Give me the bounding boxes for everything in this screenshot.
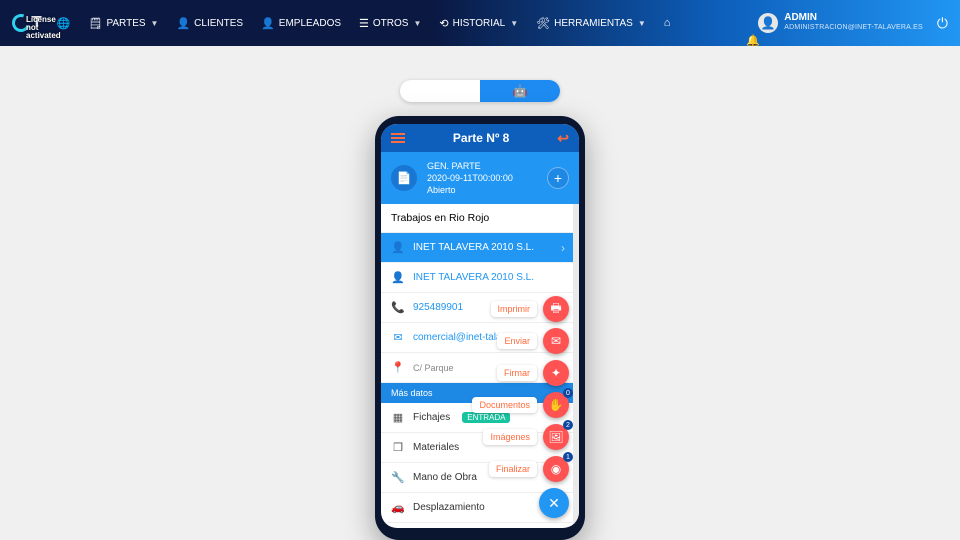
- add-button[interactable]: +: [547, 167, 569, 189]
- menu-button[interactable]: [391, 133, 405, 143]
- phone-text: 925489901: [413, 302, 463, 313]
- user-icon: 👤: [391, 271, 405, 284]
- app-logo: License not activated T: [12, 14, 43, 32]
- fab-close[interactable]: ✕: [539, 488, 569, 518]
- person-icon: 👤: [176, 17, 190, 30]
- nav-clientes-label: CLIENTES: [194, 18, 243, 29]
- gen-banner: 📄 GEN. PARTE 2020-09-11T00:00:00 Abierto…: [381, 152, 579, 204]
- tools-icon: 🛠: [536, 17, 550, 30]
- description-text: Trabajos en Rio Rojo: [391, 212, 489, 224]
- gen-status: Abierto: [427, 184, 513, 196]
- phone-icon: 📞: [391, 301, 405, 314]
- nav-empleados[interactable]: 👤 EMPLEADOS: [261, 17, 341, 30]
- platform-toggle: 🤖: [0, 80, 960, 102]
- nav-partes[interactable]: 🗒 PARTES ▼: [88, 17, 158, 30]
- fab-firmar-label: Firmar: [497, 365, 537, 381]
- app-title: Parte Nº 8: [453, 131, 509, 145]
- nav-historial-label: HISTORIAL: [453, 18, 506, 29]
- phone-screen: Parte Nº 8 ↩ 📄 GEN. PARTE 2020-09-11T00:…: [381, 124, 579, 528]
- gen-label: GEN. PARTE: [427, 160, 513, 172]
- row-company-primary[interactable]: 👤 INET TALAVERA 2010 S.L.: [381, 233, 573, 263]
- reply-icon[interactable]: ↩: [557, 130, 569, 147]
- fab-imagenes-label: Imágenes: [483, 429, 537, 445]
- wrench-icon: 🔧: [391, 471, 405, 484]
- nav-herramientas[interactable]: 🛠 HERRAMIENTAS ▼: [536, 17, 646, 30]
- fab-firmar[interactable]: ✦: [543, 360, 569, 386]
- person-icon: 👤: [261, 17, 275, 30]
- caret-icon: ▼: [510, 19, 518, 28]
- android-icon: 🤖: [513, 84, 528, 98]
- user-name: ADMIN: [784, 13, 923, 23]
- caret-icon: ▼: [151, 19, 159, 28]
- company1-text: INET TALAVERA 2010 S.L.: [413, 242, 534, 253]
- fab-finalizar-label: Finalizar: [489, 461, 537, 477]
- notifications-bell-icon[interactable]: 🔔: [746, 34, 760, 47]
- nav-otros[interactable]: ☰ OTROS ▼: [359, 17, 421, 30]
- nav-empleados-label: EMPLEADOS: [279, 18, 341, 29]
- home-icon: ⌂: [664, 17, 671, 29]
- fab-finalizar[interactable]: ◉1: [543, 456, 569, 482]
- badge-documentos: 0: [563, 388, 573, 398]
- badge-finalizar: 1: [563, 452, 573, 462]
- fab-documentos-label: Documentos: [472, 397, 537, 413]
- address-text: C/ Parque: [413, 363, 454, 373]
- nav-clientes[interactable]: 👤 CLIENTES: [176, 17, 243, 30]
- toggle-android[interactable]: 🤖: [480, 80, 560, 102]
- nav-items: 🌐 🗒PARTES▼ 👤CLIENTES 👤EMPLEADOS ☰OTROS▼ …: [57, 17, 671, 30]
- mano-text: Mano de Obra: [413, 472, 477, 483]
- document-icon: 📄: [391, 165, 417, 191]
- app-header: Parte Nº 8 ↩: [381, 124, 579, 152]
- fab-imprimir-label: Imprimir: [491, 301, 538, 317]
- clipboard-icon: 🗒: [88, 17, 102, 30]
- user-email: ADMINISTRACION@INET-TALAVERA.ES: [784, 23, 923, 33]
- company2-text: INET TALAVERA 2010 S.L.: [413, 272, 534, 283]
- power-button[interactable]: ⏻: [937, 15, 948, 32]
- pin-icon: 📍: [391, 361, 405, 374]
- phone-frame: Parte Nº 8 ↩ 📄 GEN. PARTE 2020-09-11T00:…: [375, 116, 585, 540]
- car-icon: 🚗: [391, 501, 405, 514]
- cube-icon: ❒: [391, 441, 405, 454]
- fab-column: ✕ Finalizar ◉1 Imágenes 🖼2 Documentos ✋0…: [472, 296, 569, 518]
- fab-imprimir[interactable]: 🖶: [543, 296, 569, 322]
- row-description: Trabajos en Rio Rojo: [381, 204, 573, 233]
- license-overlay: License not activated: [26, 16, 61, 40]
- caret-icon: ▼: [638, 19, 646, 28]
- avatar-icon: 👤: [758, 13, 778, 33]
- user-icon: 👤: [391, 241, 405, 254]
- fab-documentos[interactable]: ✋0: [543, 392, 569, 418]
- nav-herramientas-label: HERRAMIENTAS: [554, 18, 633, 29]
- list-icon: ☰: [359, 17, 369, 30]
- nav-right: 👤 ADMIN ADMINISTRACION@INET-TALAVERA.ES …: [758, 13, 948, 33]
- materiales-text: Materiales: [413, 442, 459, 453]
- user-block[interactable]: 👤 ADMIN ADMINISTRACION@INET-TALAVERA.ES: [758, 13, 923, 33]
- fichajes-text: Fichajes: [413, 412, 450, 423]
- mail-icon: ✉: [391, 331, 405, 344]
- row-company-secondary[interactable]: 👤 INET TALAVERA 2010 S.L.: [381, 263, 573, 293]
- toggle-ios[interactable]: [400, 80, 480, 102]
- nav-partes-label: PARTES: [106, 18, 145, 29]
- caret-icon: ▼: [413, 19, 421, 28]
- grid-icon: ▦: [391, 411, 405, 424]
- top-navbar: License not activated T 🌐 🗒PARTES▼ 👤CLIE…: [0, 0, 960, 46]
- nav-historial[interactable]: ⟲ HISTORIAL ▼: [439, 17, 518, 30]
- fab-enviar[interactable]: ✉: [543, 328, 569, 354]
- fab-imagenes[interactable]: 🖼2: [543, 424, 569, 450]
- history-icon: ⟲: [439, 17, 448, 30]
- fab-enviar-label: Enviar: [497, 333, 537, 349]
- gen-date: 2020-09-11T00:00:00: [427, 172, 513, 184]
- badge-imagenes: 2: [563, 420, 573, 430]
- nav-otros-label: OTROS: [373, 18, 409, 29]
- nav-home[interactable]: ⌂: [664, 17, 671, 29]
